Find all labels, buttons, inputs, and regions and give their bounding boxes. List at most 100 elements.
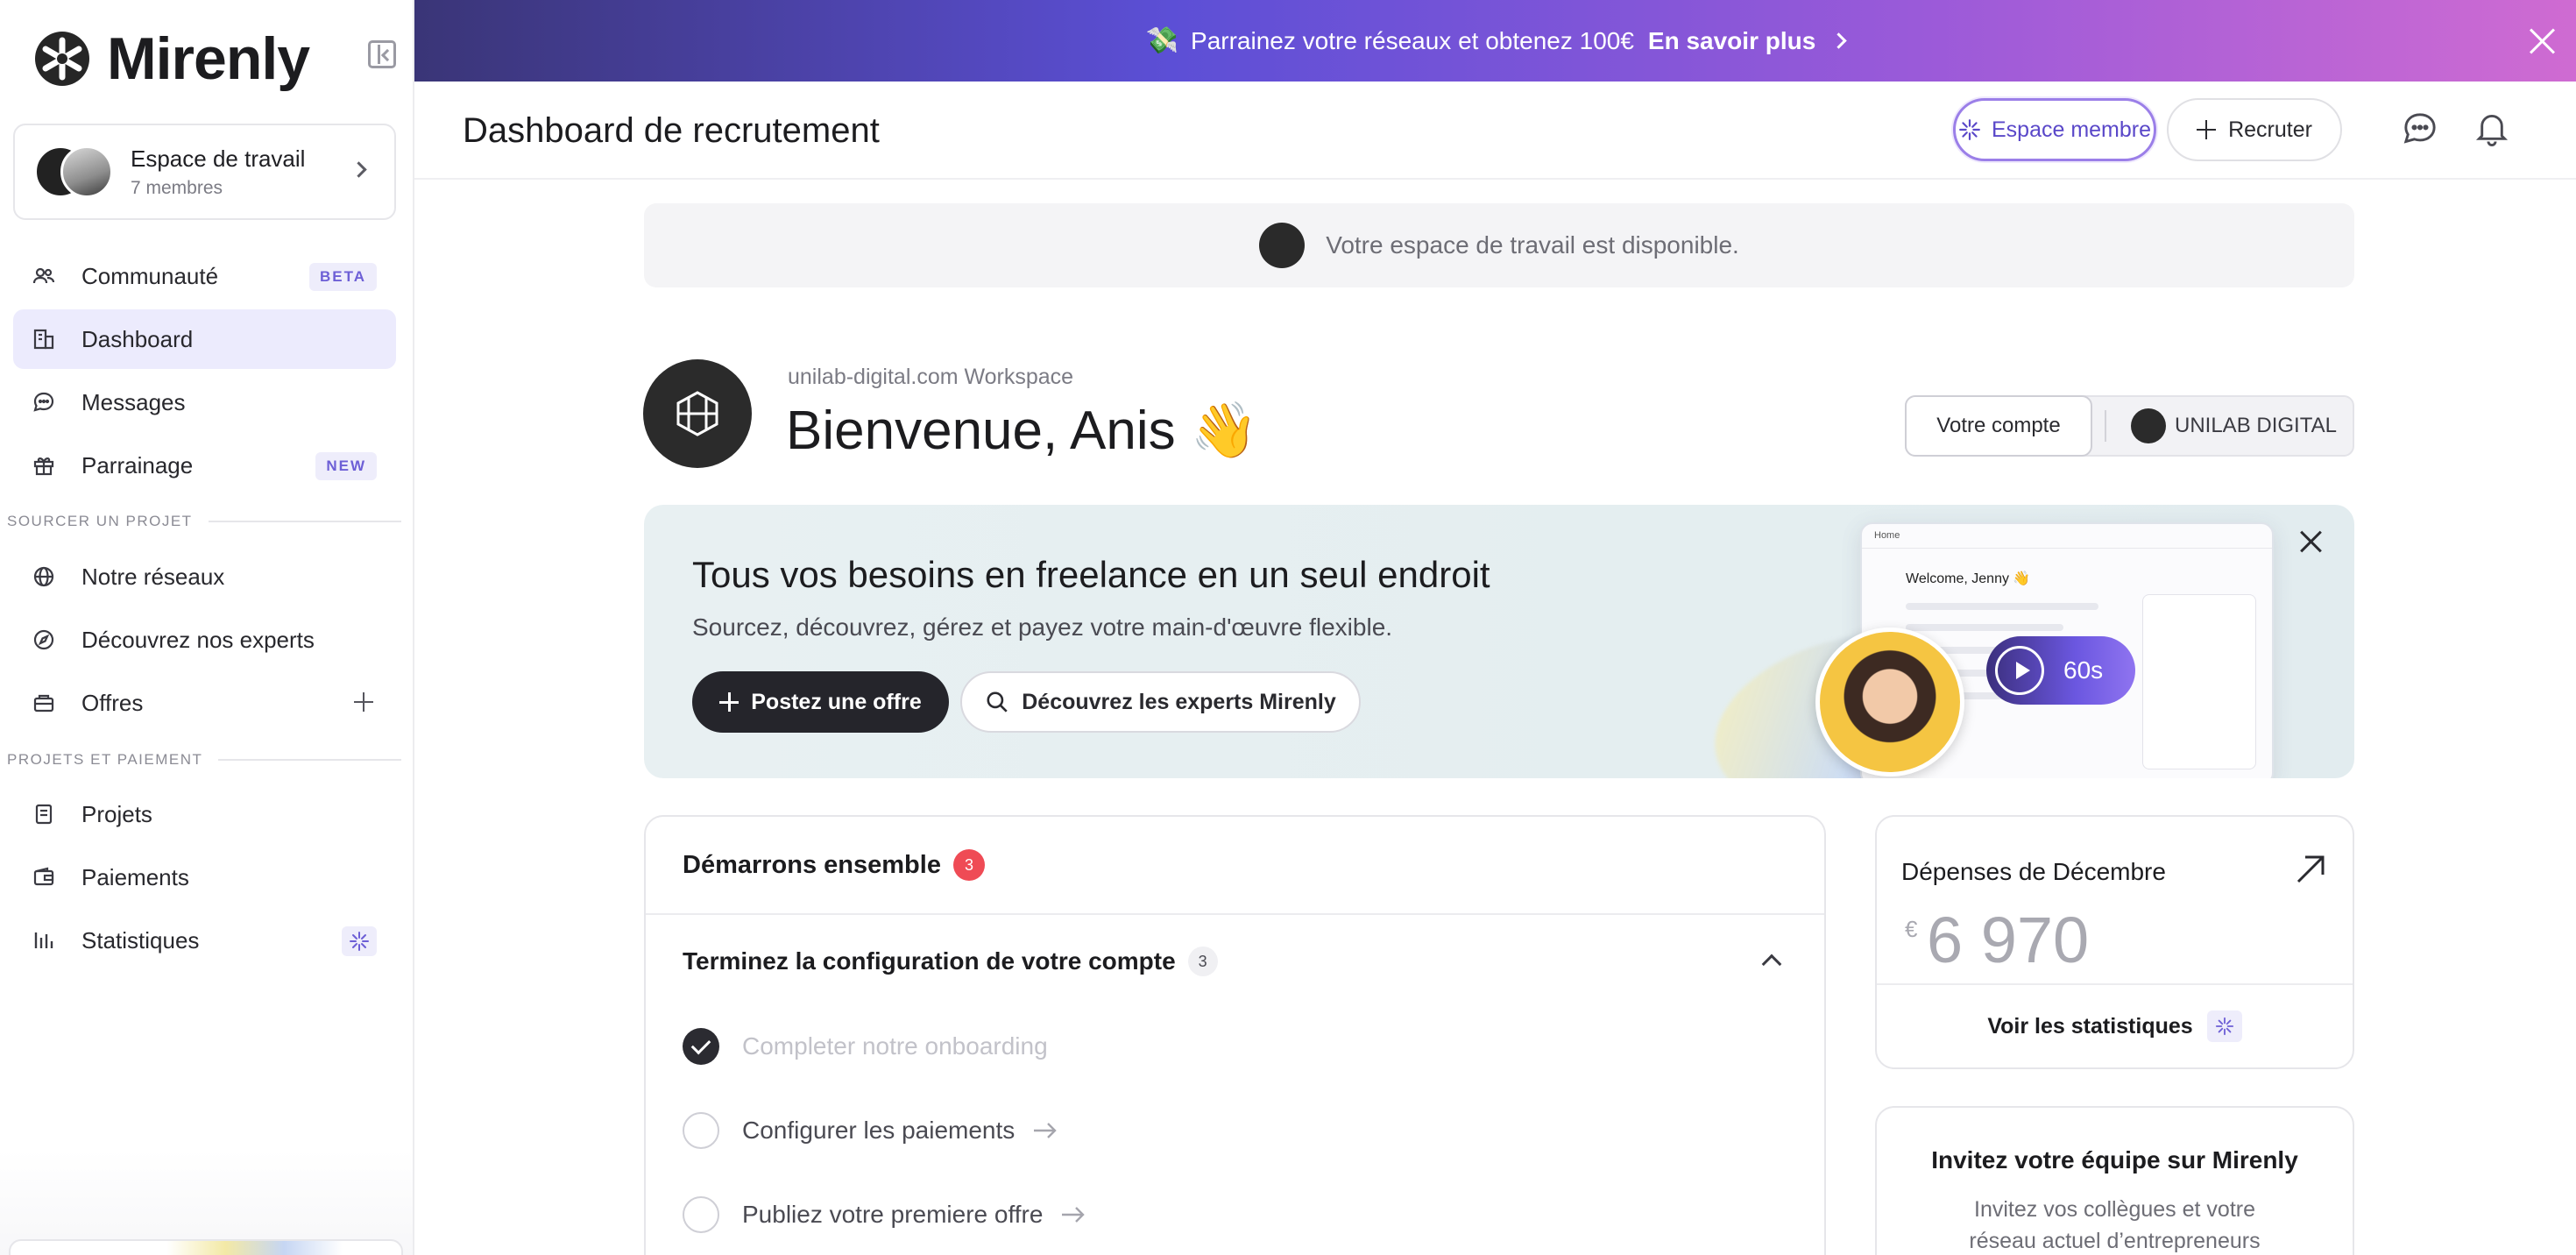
view-statistics-label: Voir les statistiques xyxy=(1987,1013,2193,1039)
divider xyxy=(2105,410,2106,442)
mirenly-logo-icon xyxy=(35,32,89,86)
add-offre-icon[interactable] xyxy=(354,692,373,712)
globe-icon xyxy=(31,564,57,590)
box-icon xyxy=(31,690,57,716)
section-label-text: SOURCER UN PROJET xyxy=(7,513,193,529)
search-icon xyxy=(987,691,1008,713)
promo-title: Tous vos besoins en freelance en un seul… xyxy=(692,554,1490,595)
workspace-name: unilab-digital.com Workspace xyxy=(788,365,1074,389)
sidebar-item-offres[interactable]: Offres xyxy=(13,673,396,733)
plus-icon xyxy=(719,692,740,712)
document-icon xyxy=(31,801,57,827)
sidebar-item-communaute[interactable]: Communauté BETA xyxy=(13,246,396,306)
spending-title: Dépenses de Décembre xyxy=(1901,858,2166,885)
account-switcher: Votre compte UNILAB DIGITAL xyxy=(1905,395,2354,457)
freelance-promo-card: Tous vos besoins en freelance en un seul… xyxy=(644,505,2354,778)
company-logo-icon xyxy=(2131,408,2166,443)
empty-circle-icon xyxy=(683,1112,719,1149)
section-label-source: SOURCER UN PROJET xyxy=(7,513,401,530)
chevron-up-icon[interactable] xyxy=(1761,954,1782,975)
presenter-avatar xyxy=(1815,628,1964,776)
onboarding-header: Démarrons ensemble 3 xyxy=(646,817,1824,915)
onboarding-card: Démarrons ensemble 3 Terminez la configu… xyxy=(644,815,1826,1255)
collapse-sidebar-icon[interactable] xyxy=(368,40,396,68)
play-video-button[interactable]: 60s xyxy=(1986,636,2135,705)
company-label: UNILAB DIGITAL xyxy=(2175,414,2337,437)
workspace-avatars xyxy=(34,145,122,198)
sidebar-item-reseaux[interactable]: Notre réseaux xyxy=(13,547,396,606)
chart-icon xyxy=(31,927,57,954)
recruit-button[interactable]: Recruter xyxy=(2167,98,2342,161)
sidebar-item-dashboard[interactable]: Dashboard xyxy=(13,309,396,369)
preview-panel xyxy=(2142,594,2256,769)
sidebar-item-paiements[interactable]: Paiements xyxy=(13,847,396,907)
discover-experts-label: Découvrez les experts Mirenly xyxy=(1022,689,1336,714)
sparkle-icon xyxy=(342,926,377,956)
video-duration: 60s xyxy=(2063,656,2104,684)
promo-subtitle: Sourcez, découvrez, gérez et payez votre… xyxy=(692,613,1393,641)
sidebar-promo-card[interactable] xyxy=(9,1239,403,1255)
currency-symbol: € xyxy=(1905,916,1918,942)
preview-welcome: Welcome, Jenny 👋 xyxy=(1906,571,2031,586)
sidebar-item-projets[interactable]: Projets xyxy=(13,784,396,844)
sidebar-item-label: Parrainage xyxy=(81,451,194,479)
preview-topbar: Home xyxy=(1862,524,2272,549)
spending-amount: 6 970 xyxy=(1927,904,2090,976)
wallet-icon xyxy=(31,864,57,890)
plus-icon xyxy=(2197,120,2217,139)
arrow-right-icon xyxy=(1034,1123,1057,1138)
task-first-offer[interactable]: Publiez votre premiere offre xyxy=(683,1196,1086,1233)
sidebar-item-label: Découvrez nos experts xyxy=(81,626,315,653)
post-offer-button[interactable]: Postez une offre xyxy=(692,671,949,733)
discover-experts-button[interactable]: Découvrez les experts Mirenly xyxy=(960,671,1361,733)
notice-text: Votre espace de travail est disponible. xyxy=(1326,231,1739,259)
arrow-up-right-icon[interactable] xyxy=(2293,852,2328,887)
new-badge: NEW xyxy=(315,452,377,480)
post-offer-label: Postez une offre xyxy=(751,689,922,714)
task-onboarding[interactable]: Completer notre onboarding xyxy=(683,1028,1048,1065)
company-button[interactable]: UNILAB DIGITAL xyxy=(2131,408,2337,443)
sidebar-item-label: Paiements xyxy=(81,863,189,890)
chevron-right-icon xyxy=(1830,32,1848,49)
sidebar-item-label: Communauté xyxy=(81,262,219,289)
bell-icon[interactable] xyxy=(2473,110,2510,147)
sidebar-item-label: Dashboard xyxy=(81,325,194,352)
sidebar: Mirenly Espace de travail 7 membres Comm… xyxy=(0,0,414,1255)
sidebar-item-label: Statistiques xyxy=(81,926,200,954)
gift-icon xyxy=(31,452,57,479)
invite-title: Invitez votre équipe sur Mirenly xyxy=(1931,1146,2298,1173)
check-circle-icon xyxy=(683,1028,719,1065)
workspace-ready-notice: Votre espace de travail est disponible. xyxy=(644,203,2354,287)
chat-icon[interactable] xyxy=(2402,110,2438,147)
sidebar-item-messages[interactable]: Messages xyxy=(13,372,396,432)
sidebar-item-label: Offres xyxy=(81,689,144,716)
setup-section-title: Terminez la configuration de votre compt… xyxy=(683,947,1176,975)
banner-learn-more-link[interactable]: En savoir plus xyxy=(1648,27,1815,55)
banner-text: Parrainez votre réseaux et obtenez 100€ xyxy=(1191,26,1634,54)
invite-subtitle: Invitez vos collègues et votre réseau ac… xyxy=(1969,1197,2261,1253)
your-account-button[interactable]: Votre compte xyxy=(1905,395,2092,457)
setup-section-toggle[interactable]: Terminez la configuration de votre compt… xyxy=(683,947,1218,976)
recruit-label: Recruter xyxy=(2228,117,2312,142)
onboarding-title: Démarrons ensemble xyxy=(683,850,941,879)
sidebar-item-parrainage[interactable]: Parrainage NEW xyxy=(13,436,396,495)
workspace-logo-icon xyxy=(1259,223,1306,268)
page-title: Dashboard de recrutement xyxy=(463,111,880,150)
sidebar-item-label: Notre réseaux xyxy=(81,563,225,590)
sidebar-item-statistiques[interactable]: Statistiques xyxy=(13,911,396,970)
task-label: Configurer les paiements xyxy=(742,1117,1016,1144)
close-banner-icon[interactable] xyxy=(2529,28,2555,54)
sparkle-icon xyxy=(2206,1010,2242,1042)
close-promo-icon[interactable] xyxy=(2300,531,2321,552)
sparkle-icon xyxy=(1959,119,1980,140)
brand-logo[interactable]: Mirenly xyxy=(35,25,310,92)
workspace-switcher[interactable]: Espace de travail 7 membres xyxy=(13,124,396,220)
onboarding-count-badge: 3 xyxy=(952,849,985,881)
sidebar-item-experts[interactable]: Découvrez nos experts xyxy=(13,610,396,670)
section-label-projects: PROJETS ET PAIEMENT xyxy=(7,751,401,769)
invite-team-card: Invitez votre équipe sur Mirenly Invitez… xyxy=(1875,1106,2354,1255)
users-icon xyxy=(31,263,57,289)
view-statistics-link[interactable]: Voir les statistiques xyxy=(1877,983,2353,1067)
member-space-button[interactable]: Espace membre xyxy=(1953,98,2156,161)
task-payments[interactable]: Configurer les paiements xyxy=(683,1112,1058,1149)
